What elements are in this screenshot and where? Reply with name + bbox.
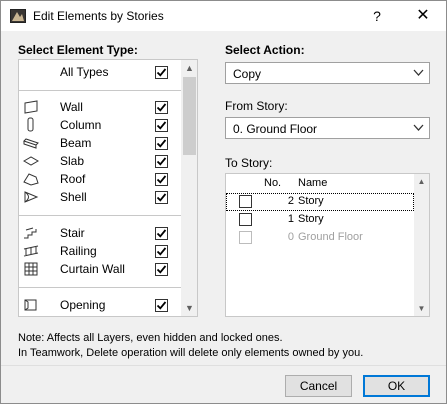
element-row-wall[interactable]: Wall [19, 98, 181, 116]
table-row: 0 Ground Floor [226, 229, 414, 247]
archicad-app-icon [10, 9, 26, 23]
table-row[interactable]: 2 Story [226, 193, 414, 211]
scroll-down-icon[interactable]: ▼ [181, 300, 197, 316]
element-row-beam[interactable]: Beam [19, 134, 181, 152]
story-table-scrollbar[interactable]: ▲ ▼ [414, 174, 429, 316]
element-row-all-types[interactable]: All Types [19, 63, 181, 81]
element-label: Roof [60, 172, 86, 186]
note-line-2: In Teamwork, Delete operation will delet… [18, 347, 364, 359]
element-checkbox-shell[interactable] [155, 191, 168, 204]
list-divider [19, 287, 181, 288]
list-divider [19, 215, 181, 216]
table-header: No. Name [226, 174, 414, 193]
note-line-1: Note: Affects all Layers, even hidden an… [18, 332, 283, 344]
to-story-label: To Story: [225, 156, 273, 170]
from-story-value: 0. Ground Floor [233, 122, 318, 136]
element-checkbox-wall[interactable] [155, 101, 168, 114]
action-value: Copy [233, 67, 262, 81]
element-label: Slab [60, 154, 85, 168]
table-row[interactable]: 1 Story [226, 211, 414, 229]
story-checkbox[interactable] [239, 213, 252, 226]
scroll-up-icon[interactable]: ▲ [414, 174, 429, 189]
chevron-down-icon [413, 66, 424, 83]
element-checkbox-column[interactable] [155, 119, 168, 132]
list-divider [19, 90, 181, 91]
element-row-stair[interactable]: Stair [19, 224, 181, 242]
element-checkbox-opening[interactable] [155, 299, 168, 312]
from-story-dropdown[interactable]: 0. Ground Floor [225, 117, 430, 139]
element-label: Beam [60, 136, 92, 150]
roof-icon [23, 171, 39, 187]
element-checkbox-railing[interactable] [155, 245, 168, 258]
element-row-opening[interactable]: Opening [19, 296, 181, 314]
element-row-slab[interactable]: Slab [19, 152, 181, 170]
element-row-column[interactable]: Column [19, 116, 181, 134]
element-label: All Types [60, 65, 109, 79]
story-number: 1 [287, 213, 294, 225]
edit-elements-dialog: Edit Elements by Stories ? ✕ Select Elem… [0, 0, 447, 404]
select-action-heading: Select Action: [225, 43, 305, 57]
select-element-type-heading: Select Element Type: [18, 43, 138, 57]
element-row-curtain-wall[interactable]: Curtain Wall [19, 260, 181, 278]
railing-icon [23, 243, 39, 259]
column-icon [23, 117, 39, 133]
curtain-wall-icon [23, 261, 39, 277]
story-checkbox [239, 231, 252, 244]
to-story-table: No. Name 2 Story 1 Story 0 Ground Floor … [225, 173, 430, 317]
story-number: 2 [287, 195, 294, 207]
element-label: Wall [60, 100, 83, 114]
element-checkbox-roof[interactable] [155, 173, 168, 186]
cancel-button[interactable]: Cancel [285, 375, 352, 397]
help-button[interactable]: ? [354, 1, 400, 31]
column-header-name[interactable]: Name [298, 177, 327, 189]
scroll-up-icon[interactable]: ▲ [181, 60, 197, 76]
close-button[interactable]: ✕ [400, 1, 446, 31]
story-number: 0 [287, 231, 294, 243]
element-label: Opening [60, 298, 106, 312]
scrollbar-thumb[interactable] [183, 77, 196, 155]
stair-icon [23, 225, 39, 241]
element-checkbox-stair[interactable] [155, 227, 168, 240]
ok-button[interactable]: OK [363, 375, 430, 397]
element-checkbox-slab[interactable] [155, 155, 168, 168]
from-story-label: From Story: [225, 99, 288, 113]
story-checkbox[interactable] [239, 195, 252, 208]
wall-icon [23, 99, 39, 115]
element-checkbox-all-types[interactable] [155, 66, 168, 79]
element-label: Railing [60, 244, 97, 258]
window-title: Edit Elements by Stories [33, 9, 164, 23]
element-row-roof[interactable]: Roof [19, 170, 181, 188]
element-label: Shell [60, 190, 87, 204]
element-checkbox-beam[interactable] [155, 137, 168, 150]
element-label: Curtain Wall [60, 262, 125, 276]
slab-icon [22, 153, 40, 169]
title-bar: Edit Elements by Stories ? ✕ [1, 1, 446, 31]
shell-icon [23, 189, 39, 205]
element-checkbox-curtain-wall[interactable] [155, 263, 168, 276]
column-header-no[interactable]: No. [264, 177, 281, 189]
story-name: Story [298, 213, 324, 225]
element-row-shell[interactable]: Shell [19, 188, 181, 206]
opening-icon [23, 297, 39, 313]
story-name: Ground Floor [298, 231, 363, 243]
chevron-down-icon [413, 121, 424, 138]
element-list-scrollbar[interactable]: ▲ ▼ [181, 60, 197, 316]
beam-icon [23, 135, 39, 151]
element-label: Stair [60, 226, 85, 240]
element-row-railing[interactable]: Railing [19, 242, 181, 260]
story-name: Story [298, 195, 324, 207]
element-type-list: All Types Wall Column Beam Slab Roof She… [18, 59, 198, 317]
element-label: Column [60, 118, 102, 132]
scroll-down-icon[interactable]: ▼ [414, 301, 429, 316]
action-dropdown[interactable]: Copy [225, 62, 430, 84]
